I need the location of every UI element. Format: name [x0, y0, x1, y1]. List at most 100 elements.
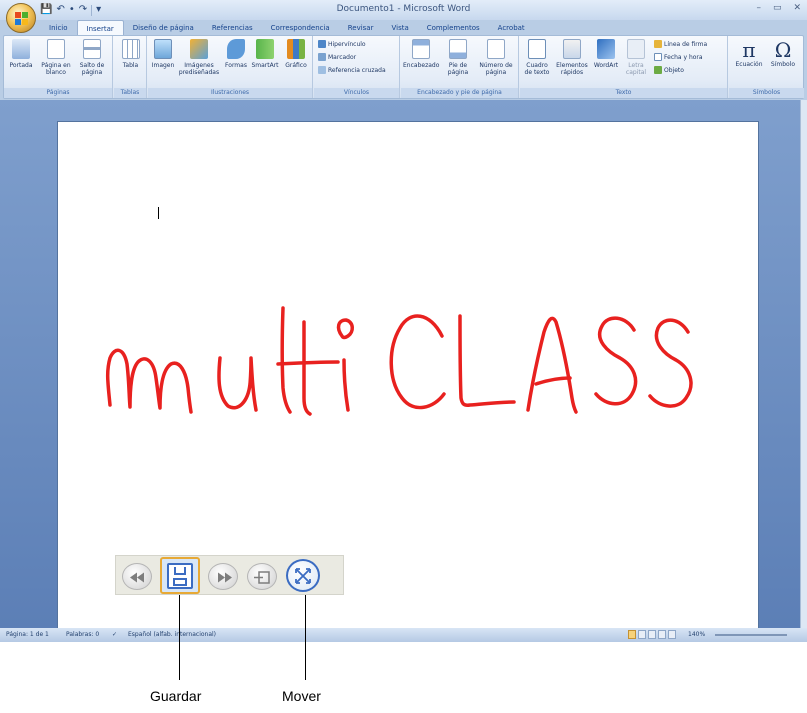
group-tablas-label: Tablas: [114, 88, 146, 98]
close-button[interactable]: ✕: [793, 3, 801, 13]
clipart-button[interactable]: Imágenes prediseñadas: [178, 39, 220, 76]
header-icon: [412, 39, 430, 59]
spellcheck-icon[interactable]: ✓: [112, 631, 117, 638]
zoom-level[interactable]: 140%: [688, 631, 705, 638]
tab-correspondencia[interactable]: Correspondencia: [262, 20, 339, 36]
view-buttons: [628, 630, 676, 639]
equation-button[interactable]: π Ecuación: [733, 39, 765, 68]
table-button[interactable]: Tabla: [118, 39, 143, 69]
title-bar: 💾 ↶ • ↷ ▾ Documento1 - Microsoft Word – …: [0, 0, 807, 20]
page-number-label: Número de página: [479, 62, 513, 76]
blank-page-label: Página en blanco: [41, 62, 71, 76]
window-title: Documento1 - Microsoft Word: [336, 4, 471, 14]
image-label: Imagen: [151, 62, 175, 69]
office-button[interactable]: [6, 3, 36, 33]
image-icon: [154, 39, 172, 59]
outline-icon[interactable]: [658, 630, 666, 639]
page-break-button[interactable]: Salto de página: [76, 39, 108, 76]
wordart-icon: [597, 39, 615, 59]
drop-cap-icon: [627, 39, 645, 59]
bookmark-button[interactable]: Marcador: [318, 53, 356, 61]
zoom-slider[interactable]: [715, 634, 787, 636]
table-icon: [121, 39, 140, 59]
group-texto-label: Texto: [520, 88, 727, 98]
textbox-icon: [528, 39, 546, 59]
image-button[interactable]: Imagen: [150, 39, 176, 69]
group-vinculos: Hipervínculo Marcador Referencia cruzada…: [314, 36, 400, 98]
group-vinculos-label: Vínculos: [314, 88, 399, 98]
status-words[interactable]: Palabras: 0: [66, 631, 99, 638]
symbol-button[interactable]: Ω Símbolo: [767, 39, 799, 68]
clipart-icon: [190, 39, 208, 59]
status-page[interactable]: Página: 1 de 1: [6, 631, 49, 638]
date-time-button[interactable]: Fecha y hora: [654, 53, 703, 61]
smartart-button[interactable]: SmartArt: [250, 39, 280, 69]
footer-button[interactable]: Pie de página: [443, 39, 473, 76]
blank-page-button[interactable]: Página en blanco: [40, 39, 72, 76]
tab-inicio[interactable]: Inicio: [40, 20, 77, 36]
wordart-button[interactable]: WordArt: [592, 39, 620, 69]
cross-reference-label: Referencia cruzada: [328, 66, 386, 74]
quick-parts-button[interactable]: Elementos rápidos: [554, 39, 590, 76]
rewind-glyph: [130, 572, 144, 583]
save-button[interactable]: [160, 557, 200, 594]
object-button[interactable]: Objeto: [654, 66, 684, 74]
office-logo-icon: [15, 12, 28, 25]
cross-reference-button[interactable]: Referencia cruzada: [318, 66, 386, 74]
multiclass-toolbar: [115, 555, 344, 595]
maximize-button[interactable]: ▭: [773, 3, 782, 13]
tab-diseno[interactable]: Diseño de página: [124, 20, 203, 36]
group-simbolos: π Ecuación Ω Símbolo Símbolos: [729, 36, 804, 98]
shapes-button[interactable]: Formas: [224, 39, 248, 69]
group-ilustraciones-label: Ilustraciones: [148, 88, 312, 98]
tab-acrobat[interactable]: Acrobat: [489, 20, 534, 36]
rewind-icon[interactable]: [122, 563, 152, 590]
chart-icon: [287, 39, 305, 59]
date-time-label: Fecha y hora: [664, 53, 703, 61]
document-area: [0, 100, 800, 631]
print-layout-icon[interactable]: [628, 630, 636, 639]
bookmark-label: Marcador: [328, 53, 357, 61]
page-number-button[interactable]: Número de página: [477, 39, 515, 76]
portada-button[interactable]: Portada: [7, 39, 35, 69]
window-controls: – ▭ ✕: [756, 3, 801, 13]
status-language[interactable]: Español (alfab. internacional): [128, 631, 216, 638]
smartart-icon: [256, 39, 274, 59]
group-encabezado-label: Encabezado y pie de página: [401, 88, 518, 98]
status-bar: Página: 1 de 1 Palabras: 0 ✓ Español (al…: [0, 628, 807, 642]
cross-reference-icon: [318, 66, 326, 74]
header-label: Encabezado: [403, 62, 440, 69]
drop-cap-button[interactable]: Letra capital: [622, 39, 650, 76]
group-paginas-label: Páginas: [4, 88, 112, 98]
table-label: Tabla: [122, 62, 139, 69]
vertical-scrollbar[interactable]: [800, 100, 807, 628]
exit-icon[interactable]: [247, 563, 277, 590]
shapes-label: Formas: [225, 62, 247, 69]
chart-label: Gráfico: [285, 62, 307, 69]
minimize-button[interactable]: –: [756, 3, 761, 13]
page-number-icon: [487, 39, 505, 59]
textbox-button[interactable]: Cuadro de texto: [522, 39, 552, 76]
tab-vista[interactable]: Vista: [382, 20, 417, 36]
signature-line-button[interactable]: Línea de firma: [654, 40, 707, 48]
tab-revisar[interactable]: Revisar: [339, 20, 383, 36]
textbox-label: Cuadro de texto: [524, 62, 550, 76]
web-layout-icon[interactable]: [648, 630, 656, 639]
hyperlink-label: Hipervínculo: [328, 40, 366, 48]
forward-icon[interactable]: [208, 563, 238, 590]
tab-referencias[interactable]: Referencias: [203, 20, 262, 36]
chart-button[interactable]: Gráfico: [282, 39, 310, 69]
hyperlink-button[interactable]: Hipervínculo: [318, 40, 366, 48]
move-icon[interactable]: [286, 559, 320, 592]
full-screen-reading-icon[interactable]: [638, 630, 646, 639]
header-button[interactable]: Encabezado: [403, 39, 439, 69]
page-break-label: Salto de página: [79, 62, 105, 76]
portada-label: Portada: [9, 62, 33, 69]
quick-parts-label: Elementos rápidos: [556, 62, 588, 76]
draft-icon[interactable]: [668, 630, 676, 639]
tab-complementos[interactable]: Complementos: [418, 20, 489, 36]
smartart-label: SmartArt: [251, 62, 279, 69]
tab-insertar[interactable]: Insertar: [76, 20, 124, 36]
cover-page-icon: [12, 39, 30, 59]
group-tablas: Tabla Tablas: [114, 36, 147, 98]
